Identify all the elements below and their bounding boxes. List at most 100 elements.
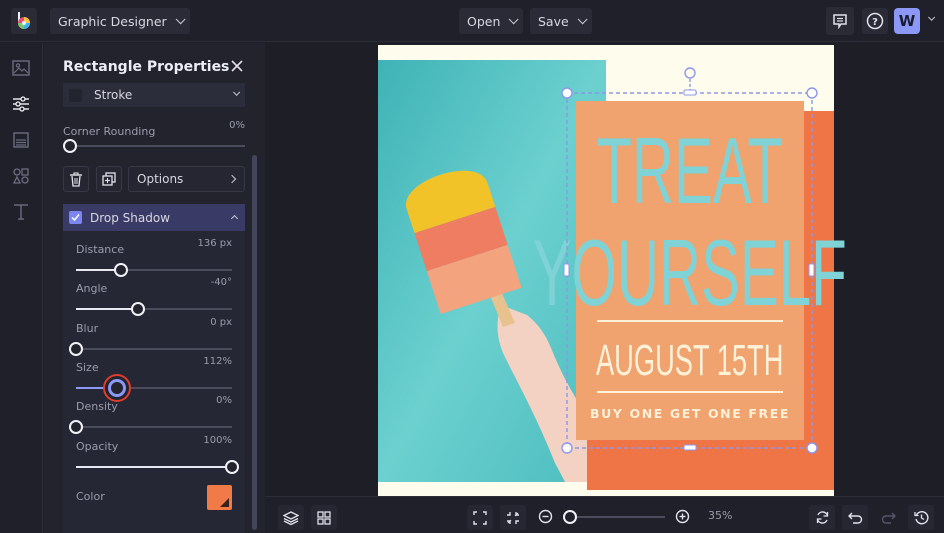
rail-item-backgrounds[interactable] [10,129,32,151]
refresh-icon [816,511,828,524]
rail-item-images[interactable] [10,57,32,79]
drop-shadow-label: Drop Shadow [90,210,171,225]
stroke-checkbox[interactable] [69,88,82,102]
chevron-down-icon [509,13,519,24]
zoom-level: 35% [708,509,733,522]
resize-handle-top-right[interactable] [806,87,818,99]
field-value: -40° [210,277,232,289]
field-label: Density [76,400,118,414]
grid-icon [317,510,331,525]
svg-text:?: ? [872,17,878,28]
save-menu-button[interactable]: Save [530,8,592,34]
image-icon [12,60,30,76]
slider-knob[interactable] [69,341,83,356]
shadow-field-opacity: Opacity 100% [76,434,232,453]
resize-handle-top[interactable] [683,89,697,96]
slider-knob[interactable] [225,459,239,474]
undo-button[interactable] [842,505,868,530]
slider-knob[interactable] [563,510,577,524]
checkmark-icon [71,214,80,222]
rail-item-graphics[interactable] [10,165,32,187]
chevron-right-icon [227,174,237,184]
color-label: Color [76,490,105,503]
comments-button[interactable] [826,7,854,35]
tool-rail [0,43,43,533]
close-icon[interactable] [230,59,244,73]
corner-rounding-label: Corner Rounding [63,125,156,138]
shadow-distance-slider[interactable] [76,263,232,277]
shadow-angle-slider[interactable] [76,302,232,317]
redo-button[interactable] [875,505,901,530]
resize-handle-top-left[interactable] [561,87,573,99]
zoom-in-icon[interactable] [675,509,690,524]
save-label: Save [538,13,569,29]
design-canvas[interactable]: TREAT YOURSELF AUGUST 15TH BUY ONE GET O… [265,43,944,496]
options-label: Options [137,172,184,186]
help-button[interactable]: ? [862,8,888,34]
help-icon: ? [866,12,884,30]
corner-rounding-slider[interactable] [63,139,245,153]
shadow-opacity-slider[interactable] [76,459,239,474]
befunky-logo-icon [18,12,30,29]
text-icon [14,204,28,220]
resize-handle-bottom[interactable] [683,444,697,451]
resize-handle-left[interactable] [563,263,570,277]
slider-knob[interactable] [114,263,129,277]
layers-button[interactable] [278,505,304,530]
rotate-handle[interactable] [684,67,696,79]
slider-knob[interactable] [69,420,83,435]
user-avatar[interactable]: W [894,8,920,34]
field-value: 100% [203,434,232,446]
drop-shadow-checkbox[interactable] [69,211,82,224]
slider-knob[interactable] [107,378,126,397]
grid-button[interactable] [311,505,337,530]
drop-shadow-section-header[interactable]: Drop Shadow [63,204,245,231]
slider-knob[interactable] [131,302,146,317]
field-label: Angle [76,282,108,296]
shadow-field-density: Density 0% [76,395,232,413]
chevron-down-icon [577,13,588,24]
shadow-size-slider[interactable] [76,378,232,397]
zoom-out-icon[interactable] [538,509,553,524]
shadow-blur-slider[interactable] [69,341,232,356]
bottom-toolbar: 35% [265,496,944,533]
history-button[interactable] [908,505,934,530]
zoom-slider[interactable] [563,510,665,524]
headline-treat[interactable]: TREAT [596,118,783,224]
resize-handle-bottom-left[interactable] [561,442,573,454]
field-label: Size [76,360,99,374]
comment-icon [833,14,847,29]
shadow-field-angle: Angle -40° [76,277,232,295]
shadow-color-swatch[interactable] [207,485,232,510]
rail-item-adjustments[interactable] [10,93,32,115]
rail-item-text[interactable] [10,201,32,223]
tagline-text[interactable]: BUY ONE GET ONE FREE [590,406,790,421]
field-value: 112% [203,355,232,367]
resize-handle-bottom-right[interactable] [806,442,818,454]
slider-knob[interactable] [63,139,77,153]
stroke-section-header[interactable]: Stroke [63,83,245,107]
account-chevron-icon[interactable] [928,13,936,21]
project-menu-button[interactable]: Graphic Designer [50,8,190,34]
drop-shadow-settings: Distance 136 px Angle -40° Blur 0 px Size 112% D… [63,231,245,533]
chevron-down-icon [233,88,241,96]
date-text[interactable]: AUGUST 15TH [596,335,783,384]
panel-scrollbar[interactable] [252,155,257,530]
app-logo[interactable] [11,8,37,34]
open-label: Open [467,13,501,29]
field-value: 0 px [210,316,232,328]
chevron-up-icon [230,214,239,223]
fit-to-screen-button[interactable] [500,505,526,530]
resize-handle-right[interactable] [808,263,815,277]
delete-button[interactable] [63,166,89,192]
undo-icon [847,512,862,524]
options-button[interactable]: Options [128,166,245,192]
panel-title: Rectangle Properties [63,59,230,75]
duplicate-button[interactable] [96,166,122,192]
shadow-density-slider[interactable] [69,420,232,435]
fullscreen-button[interactable] [467,505,493,530]
field-label: Blur [76,321,99,335]
reset-button[interactable] [809,505,835,530]
open-menu-button[interactable]: Open [459,8,524,34]
headline-yourself[interactable]: YOURSELF [533,220,847,326]
